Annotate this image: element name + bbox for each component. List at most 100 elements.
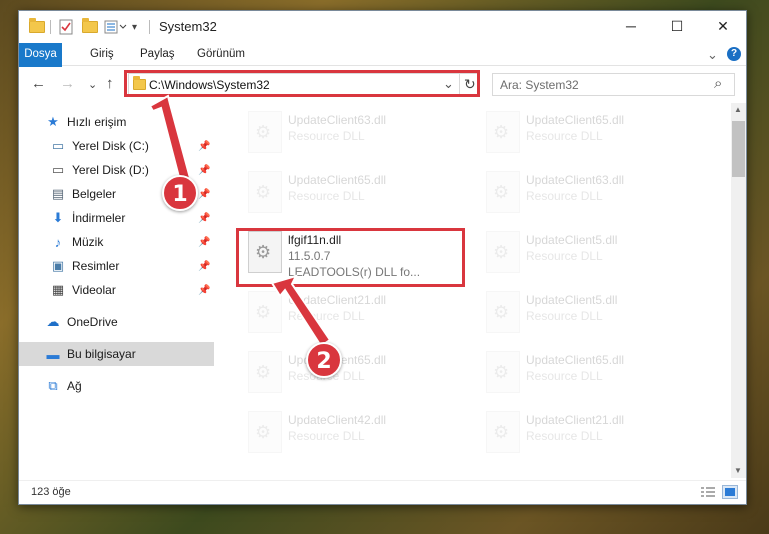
search-box[interactable]: Ara: System32 ⌕ [492, 73, 735, 96]
dll-file-icon [248, 111, 282, 153]
scrollbar-thumb[interactable] [732, 121, 745, 177]
drive-icon: ▭ [51, 138, 65, 153]
file-description: Resource DLL [288, 189, 365, 203]
recent-locations-button[interactable]: ⌄ [88, 78, 97, 91]
pin-icon[interactable]: 📌 [198, 189, 210, 200]
file-name: UpdateClient63.dll [288, 113, 387, 127]
file-highlight [236, 228, 465, 287]
pin-icon[interactable]: 📌 [198, 213, 210, 224]
list-item[interactable]: UpdateClient65.dll Resource DLL [240, 347, 470, 403]
list-item[interactable]: UpdateClient5.dll Resource DLL [478, 287, 708, 343]
search-icon[interactable]: ⌕ [714, 75, 722, 92]
list-item[interactable]: UpdateClient21.dll Resource DLL [240, 287, 470, 343]
file-description: Resource DLL [526, 309, 603, 323]
sidebar-item-label: Resimler [72, 259, 120, 273]
dll-file-icon [486, 231, 520, 273]
sidebar-item-disk-c[interactable]: ▭ Yerel Disk (C:) 📌 [19, 134, 214, 158]
sidebar-item-music[interactable]: ♪ Müzik 📌 [19, 230, 214, 254]
dll-file-icon [486, 171, 520, 213]
sidebar-item-label: Videolar [72, 283, 116, 297]
dll-file-icon [248, 351, 282, 393]
scroll-down-icon[interactable]: ▼ [734, 466, 742, 475]
ribbon: Dosya Giriş Paylaş Görünüm ⌄ ? [19, 43, 746, 99]
file-description: Resource DLL [288, 309, 365, 323]
callout-badge-2: 2 [306, 342, 342, 378]
sidebar-item-videos[interactable]: ▦ Videolar 📌 [19, 278, 214, 302]
sidebar-item-label: Belgeler [72, 187, 117, 201]
list-item[interactable]: UpdateClient21.dll Resource DLL [478, 407, 708, 463]
video-icon: ▦ [51, 282, 65, 297]
title-bar: ▾ System32 ─ ☐ ✕ [19, 11, 746, 43]
file-list: UpdateClient63.dll Resource DLL UpdateCl… [230, 103, 730, 478]
dll-file-icon [248, 291, 282, 333]
close-button[interactable]: ✕ [700, 11, 746, 41]
search-input[interactable]: Ara: System32 [500, 78, 579, 92]
pin-icon[interactable]: 📌 [198, 261, 210, 272]
list-item[interactable]: UpdateClient63.dll Resource DLL [478, 167, 708, 223]
sidebar-item-label: Bu bilgisayar [67, 347, 136, 361]
details-view-icon[interactable] [701, 486, 715, 501]
sidebar-item-label: İndirmeler [72, 211, 126, 225]
dll-file-icon [486, 411, 520, 453]
list-item[interactable]: UpdateClient65.dll Resource DLL [240, 167, 470, 223]
list-item[interactable]: UpdateClient42.dll Resource DLL [240, 407, 470, 463]
file-name: UpdateClient65.dll [288, 173, 387, 187]
file-name: UpdateClient21.dll [526, 413, 625, 427]
list-item[interactable]: UpdateClient65.dll Resource DLL [478, 347, 708, 403]
pin-icon[interactable]: 📌 [198, 285, 210, 296]
vertical-scrollbar[interactable]: ▲ ▼ [731, 103, 746, 478]
minimize-button[interactable]: ─ [608, 11, 654, 41]
back-button[interactable]: ← [31, 75, 46, 92]
sidebar-item-pictures[interactable]: ▣ Resimler 📌 [19, 254, 214, 278]
properties-icon[interactable] [59, 18, 73, 36]
list-item[interactable]: UpdateClient63.dll Resource DLL [240, 107, 470, 163]
large-icons-view-icon[interactable] [722, 485, 738, 499]
sidebar-item-this-pc[interactable]: ▬ Bu bilgisayar [19, 342, 214, 366]
ribbon-expand-icon[interactable]: ⌄ [707, 43, 718, 66]
navigation-pane: ★ Hızlı erişim ▭ Yerel Disk (C:) 📌 ▭ Yer… [19, 103, 214, 478]
forward-button[interactable]: → [60, 75, 75, 92]
file-description: Resource DLL [526, 369, 603, 383]
file-name: UpdateClient5.dll [526, 293, 618, 307]
pictures-icon: ▣ [51, 258, 65, 273]
file-name: UpdateClient65.dll [526, 113, 625, 127]
pin-icon[interactable]: 📌 [198, 237, 210, 248]
sidebar-item-onedrive[interactable]: ☁ OneDrive [19, 310, 214, 334]
folder-icon [29, 18, 45, 36]
list-item[interactable]: UpdateClient65.dll Resource DLL [478, 107, 708, 163]
drive-icon: ▭ [51, 162, 65, 177]
file-name: UpdateClient63.dll [526, 173, 625, 187]
list-item[interactable]: UpdateClient5.dll Resource DLL [478, 227, 708, 283]
customize-toolbar-icon[interactable] [104, 18, 128, 36]
status-bar: 123 öğe [19, 480, 746, 504]
sidebar-item-label: Ağ [67, 379, 82, 393]
file-description: Resource DLL [526, 189, 603, 203]
file-name: UpdateClient42.dll [288, 413, 387, 427]
separator [50, 20, 51, 34]
up-button[interactable]: ↑ [106, 75, 114, 92]
tab-home[interactable]: Giriş [90, 43, 114, 66]
dll-file-icon [248, 411, 282, 453]
scroll-up-icon[interactable]: ▲ [734, 105, 742, 114]
computer-icon: ▬ [46, 346, 60, 362]
file-description: Resource DLL [288, 429, 365, 443]
file-name: UpdateClient21.dll [288, 293, 387, 307]
network-icon: ⧉ [48, 378, 58, 393]
address-bar-highlight [124, 70, 480, 97]
dll-file-icon [486, 111, 520, 153]
tab-share[interactable]: Paylaş [140, 43, 175, 66]
sidebar-item-label: Yerel Disk (C:) [72, 139, 149, 153]
new-folder-icon[interactable] [82, 18, 98, 36]
help-icon[interactable]: ? [727, 47, 741, 61]
document-icon: ▤ [51, 186, 65, 201]
file-name: UpdateClient5.dll [526, 233, 618, 247]
sidebar-item-quick-access[interactable]: ★ Hızlı erişim [19, 110, 214, 134]
tab-view[interactable]: Görünüm [197, 43, 245, 66]
file-description: Resource DLL [526, 429, 603, 443]
maximize-button[interactable]: ☐ [654, 11, 700, 41]
sidebar-item-network[interactable]: ⧉ Ağ [19, 374, 214, 398]
pin-icon[interactable]: 📌 [198, 165, 210, 176]
cloud-icon: ☁ [46, 314, 60, 329]
qa-dropdown-icon[interactable]: ▾ [132, 18, 137, 36]
pin-icon[interactable]: 📌 [198, 141, 210, 152]
